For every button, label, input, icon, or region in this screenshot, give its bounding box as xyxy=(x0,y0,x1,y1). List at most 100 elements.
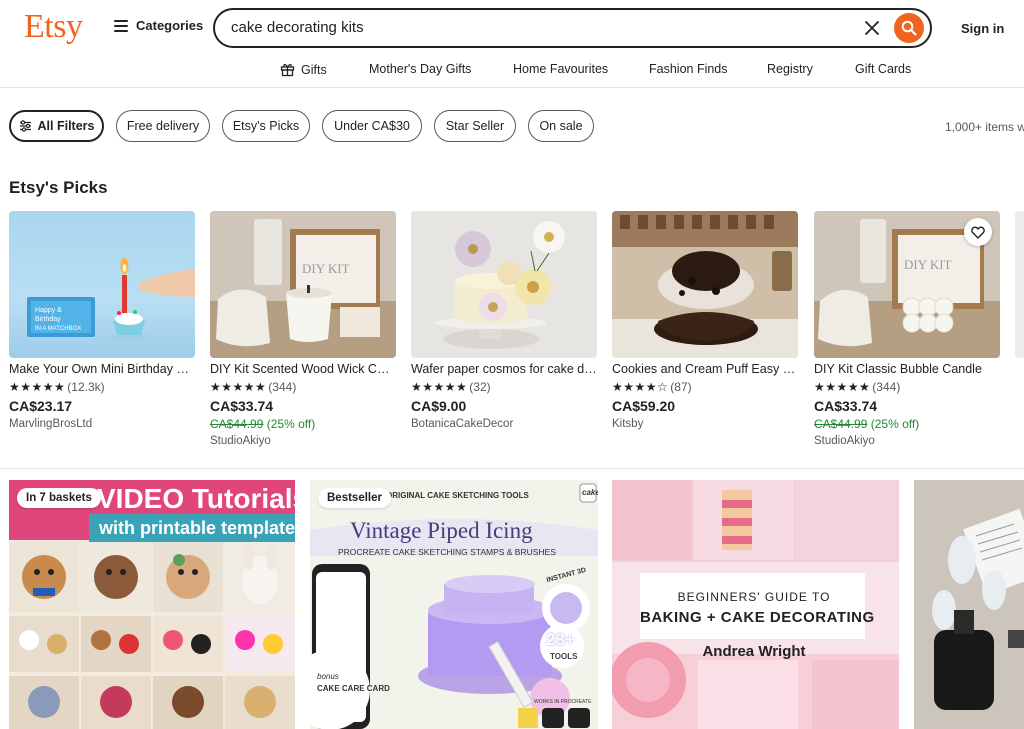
review-count: (344) xyxy=(872,380,901,394)
nav-label: Gifts xyxy=(301,62,327,77)
product-price: CA$33.74 xyxy=(210,398,274,414)
product-card[interactable]: Happy & Birthday IN A MATCHBOX Make Your… xyxy=(9,211,195,430)
site-header: Etsy Categories Sign in xyxy=(0,0,1024,56)
product-price: CA$9.00 xyxy=(411,398,467,414)
product-title[interactable]: Wafer paper cosmos for cake decorating xyxy=(411,362,597,376)
listing-headline: VIDEO Tutorials xyxy=(97,483,295,514)
star-rating-icon: ★★★★★ xyxy=(814,380,871,394)
shop-name: Kitsby xyxy=(612,418,644,430)
header-divider xyxy=(0,87,1024,88)
book-title-line1: BEGINNERS' GUIDE TO xyxy=(677,590,831,604)
filter-sliders-icon xyxy=(19,120,31,132)
favorite-button[interactable] xyxy=(964,218,992,246)
product-image[interactable]: DIY KIT xyxy=(814,211,1000,358)
star-rating-icon: ★★★★★ xyxy=(210,380,267,394)
etsy-logo[interactable]: Etsy xyxy=(24,8,83,46)
product-price: CA$33.74 xyxy=(814,398,878,414)
search-button[interactable] xyxy=(894,13,924,43)
shop-name: MarvlingBrosLtd xyxy=(9,418,93,430)
product-card[interactable]: Wafer paper cosmos for cake decorating ★… xyxy=(411,211,597,430)
nav-fashion-finds[interactable]: Fashion Finds xyxy=(649,62,728,76)
procreate-label: WORKS IN PROCREATE xyxy=(534,699,592,705)
product-image[interactable]: DIY KIT xyxy=(210,211,396,358)
book-title-line2: BAKING + CAKE DECORATING xyxy=(640,609,875,626)
strike-price: CA$44.99 xyxy=(210,417,264,431)
listing-subheadline: with printable templates xyxy=(99,518,295,538)
original-price: CA$44.99 (25% off) xyxy=(210,417,396,431)
search-input[interactable] xyxy=(231,19,831,36)
shop-name: StudioAkiyo xyxy=(814,435,875,447)
shop-name: StudioAkiyo xyxy=(210,435,271,447)
nav-gifts[interactable]: Gifts xyxy=(280,62,327,77)
nav-mothers-day[interactable]: Mother's Day Gifts xyxy=(369,62,471,76)
listing-image[interactable]: ORIGINAL CAKE SKETCHING TOOLS Vintage Pi… xyxy=(310,480,598,729)
nav-registry[interactable]: Registry xyxy=(767,62,813,76)
baskets-badge: In 7 baskets xyxy=(17,488,101,508)
book-author: Andrea Wright xyxy=(702,643,806,660)
svg-text:IN A MATCHBOX: IN A MATCHBOX xyxy=(35,326,81,332)
star-rating-icon: ★★★★☆ xyxy=(612,380,669,394)
product-title[interactable]: DIY Kit Scented Wood Wick Candle xyxy=(210,362,396,376)
review-count: (32) xyxy=(469,380,491,394)
strike-price: CA$44.99 xyxy=(814,417,868,431)
listing-image[interactable]: VIDEO Tutorials with printable templates… xyxy=(9,480,295,729)
product-rating: ★★★★★ (344) xyxy=(814,380,1000,394)
original-price: CA$44.99 (25% off) xyxy=(814,417,1000,431)
listing-subheadline: PROCREATE CAKE SKETCHING STAMPS & BRUSHE… xyxy=(338,547,556,557)
nav-home-favourites[interactable]: Home Favourites xyxy=(513,62,608,76)
filter-etsys-picks[interactable]: Etsy's Picks xyxy=(222,110,310,142)
sign-in-link[interactable]: Sign in xyxy=(961,21,1004,36)
section-title: Etsy's Picks xyxy=(9,178,108,197)
title-panel xyxy=(640,573,865,639)
close-icon[interactable] xyxy=(863,19,881,37)
discount: (25% off) xyxy=(870,417,920,431)
product-title[interactable]: Cookies and Cream Puff Easy Baking Kit xyxy=(612,362,798,376)
tool-count: 23+ xyxy=(546,630,575,649)
product-image[interactable] xyxy=(411,211,597,358)
tool-count-label: TOOLS xyxy=(550,652,578,661)
search-bar xyxy=(213,8,932,48)
bonus-label: bonus xyxy=(317,672,339,681)
menu-icon xyxy=(114,19,128,32)
filter-under-30[interactable]: Under CA$30 xyxy=(322,110,422,142)
product-card[interactable]: DIY KIT DIY Kit Classic Bubble Candle ★★… xyxy=(814,211,1000,447)
bestseller-badge: Bestseller xyxy=(318,488,391,508)
shop-name: BotanicaCakeDecor xyxy=(411,418,514,430)
product-image[interactable] xyxy=(612,211,798,358)
product-price: CA$59.20 xyxy=(612,398,676,414)
product-image[interactable]: Happy & Birthday IN A MATCHBOX xyxy=(9,211,195,358)
care-card-label: CAKE CARE CARD xyxy=(317,684,390,693)
heart-icon xyxy=(971,226,985,239)
star-rating-icon: ★★★★★ xyxy=(9,380,66,394)
product-rating: ★★★★★ (12.3k) xyxy=(9,380,195,394)
product-image-partial[interactable] xyxy=(1015,211,1024,358)
filter-free-delivery[interactable]: Free delivery xyxy=(116,110,210,142)
listing-tagline: ORIGINAL CAKE SKETCHING TOOLS xyxy=(386,491,529,500)
filter-star-seller[interactable]: Star Seller xyxy=(434,110,516,142)
product-title[interactable]: DIY Kit Classic Bubble Candle xyxy=(814,362,1000,376)
product-card[interactable]: DIY KIT DIY Kit Scented Wood Wick Candle… xyxy=(210,211,396,447)
svg-text:Birthday: Birthday xyxy=(35,316,61,323)
filter-on-sale[interactable]: On sale xyxy=(528,110,594,142)
nav-gift-cards[interactable]: Gift Cards xyxy=(855,62,911,76)
result-count: 1,000+ items w xyxy=(945,120,1024,134)
listing-image[interactable]: BEGINNERS' GUIDE TO BAKING + CAKE DECORA… xyxy=(612,480,899,729)
svg-text:Happy &: Happy & xyxy=(35,307,62,314)
all-filters-button[interactable]: All Filters xyxy=(9,110,104,142)
star-rating-icon: ★★★★★ xyxy=(411,380,468,394)
listing-headline: Vintage Piped Icing xyxy=(350,518,533,543)
review-count: (87) xyxy=(670,380,692,394)
svg-text:DIY KIT: DIY KIT xyxy=(302,261,350,276)
chip-label: All Filters xyxy=(37,119,95,133)
product-rating: ★★★★★ (344) xyxy=(210,380,396,394)
product-rating: ★★★★☆ (87) xyxy=(612,380,798,394)
product-rating: ★★★★★ (32) xyxy=(411,380,597,394)
gift-icon xyxy=(280,64,295,77)
listing-image[interactable] xyxy=(914,480,1024,729)
categories-label: Categories xyxy=(136,18,204,33)
review-count: (344) xyxy=(268,380,297,394)
product-card[interactable]: Cookies and Cream Puff Easy Baking Kit ★… xyxy=(612,211,798,430)
categories-button[interactable]: Categories xyxy=(114,18,203,33)
product-title[interactable]: Make Your Own Mini Birthday Cake in a Ma… xyxy=(9,362,195,376)
review-count: (12.3k) xyxy=(67,380,105,394)
